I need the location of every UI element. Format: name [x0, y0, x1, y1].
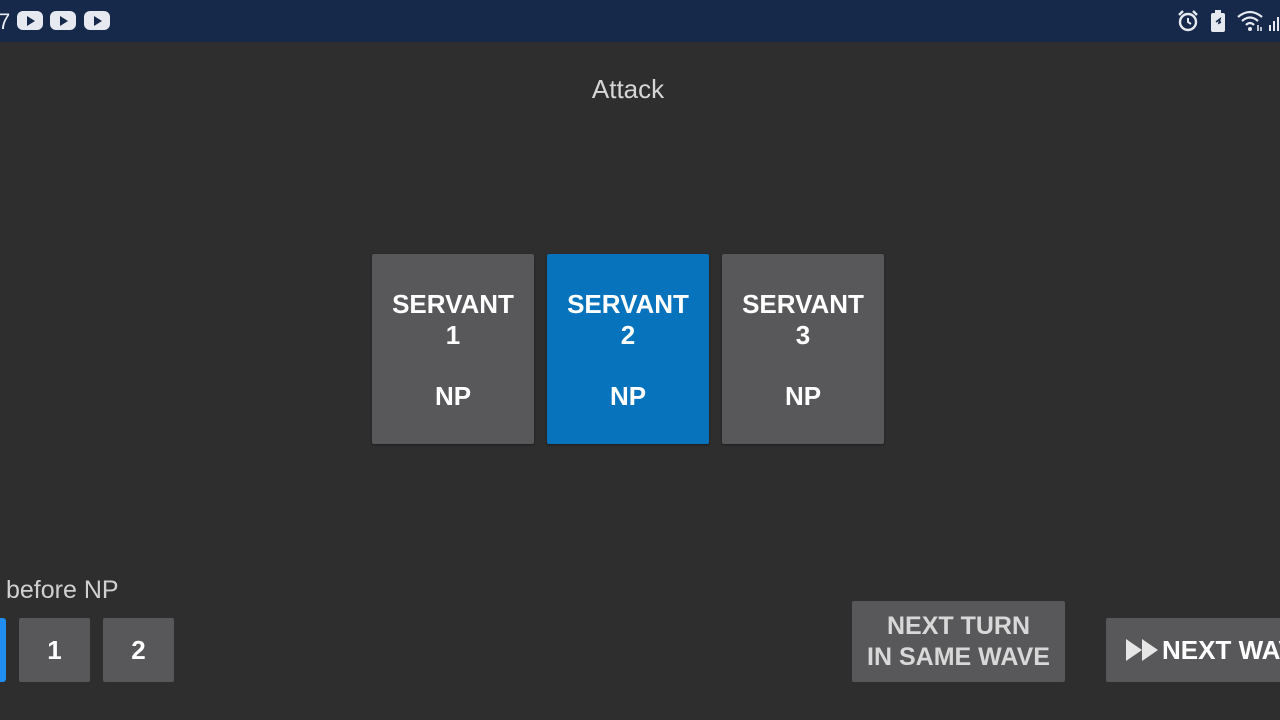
status-bar: 7	[0, 0, 1280, 42]
servant-label: SERVANT 2	[567, 289, 689, 350]
next-wave-label: NEXT WAV	[1162, 634, 1280, 665]
np-label: NP	[784, 381, 822, 411]
np-label: NP	[609, 381, 647, 411]
alarm-icon	[1178, 10, 1198, 32]
count-option-2[interactable]: 2	[103, 618, 174, 682]
signal-icon	[1269, 17, 1279, 31]
status-clock: 7	[0, 9, 11, 34]
servant-1-np-button[interactable]: SERVANT 1 NP	[372, 254, 534, 444]
youtube-icon	[17, 11, 43, 30]
youtube-icon	[84, 11, 110, 30]
wifi-icon	[1237, 10, 1263, 31]
page-title: Attack	[591, 74, 665, 104]
servant-label: SERVANT 1	[392, 289, 514, 350]
youtube-icon	[50, 11, 76, 30]
next-wave-button[interactable]: NEXT WAV	[1106, 618, 1280, 682]
fast-forward-icon	[1126, 639, 1158, 661]
count-option-selected[interactable]	[0, 618, 6, 682]
battery-icon	[1211, 10, 1225, 32]
np-label: NP	[434, 381, 472, 411]
servant-label: SERVANT 3	[742, 289, 864, 350]
servant-3-np-button[interactable]: SERVANT 3 NP	[722, 254, 884, 444]
next-turn-same-wave-button[interactable]: NEXT TURN IN SAME WAVE	[852, 601, 1065, 682]
servant-2-np-button[interactable]: SERVANT 2 NP	[547, 254, 709, 444]
before-np-label: before NP	[6, 576, 119, 604]
count-option-1[interactable]: 1	[19, 618, 90, 682]
